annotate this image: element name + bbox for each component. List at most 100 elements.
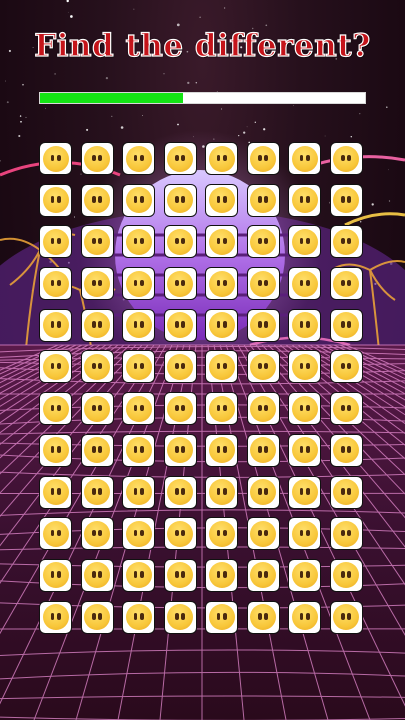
emoji-tile[interactable]	[163, 475, 197, 509]
emoji-tile[interactable]	[246, 475, 280, 509]
emoji-tile[interactable]	[163, 142, 197, 175]
emoji-tile[interactable]	[39, 267, 72, 301]
emoji-tile[interactable]	[205, 350, 238, 384]
emoji-tile[interactable]	[205, 142, 238, 175]
emoji-tile[interactable]	[80, 475, 114, 509]
emoji-tile[interactable]	[163, 392, 197, 426]
emoji-tile[interactable]	[329, 600, 363, 634]
emoji-tile[interactable]	[80, 308, 114, 342]
emoji-tile[interactable]	[205, 225, 238, 259]
emoji-tile[interactable]	[288, 308, 321, 342]
emoji-tile[interactable]	[329, 183, 363, 217]
emoji-tile[interactable]	[246, 392, 280, 426]
emoji-tile[interactable]	[80, 350, 114, 384]
emoji-tile[interactable]	[39, 392, 72, 426]
emoji-face-without-mouth-icon	[208, 187, 235, 214]
emoji-tile[interactable]	[80, 517, 114, 551]
timer-progress-fill	[40, 93, 183, 103]
emoji-tile[interactable]	[80, 392, 114, 426]
emoji-tile[interactable]	[122, 558, 155, 592]
emoji-tile[interactable]	[246, 225, 280, 259]
emoji-tile[interactable]	[163, 433, 197, 467]
emoji-tile[interactable]	[329, 142, 363, 175]
emoji-tile[interactable]	[163, 225, 197, 259]
emoji-tile[interactable]	[205, 517, 238, 551]
emoji-tile[interactable]	[205, 600, 238, 634]
emoji-tile[interactable]	[80, 142, 114, 175]
emoji-tile[interactable]	[288, 433, 321, 467]
emoji-tile[interactable]	[288, 142, 321, 175]
emoji-tile[interactable]	[122, 600, 155, 634]
emoji-tile[interactable]	[246, 142, 280, 175]
emoji-tile[interactable]	[163, 267, 197, 301]
emoji-tile[interactable]	[39, 517, 72, 551]
emoji-tile[interactable]	[163, 350, 197, 384]
emoji-tile[interactable]	[205, 392, 238, 426]
emoji-tile[interactable]	[246, 350, 280, 384]
emoji-tile[interactable]	[122, 433, 155, 467]
emoji-tile[interactable]	[80, 225, 114, 259]
emoji-tile[interactable]	[205, 183, 238, 217]
emoji-tile[interactable]	[246, 433, 280, 467]
emoji-tile[interactable]	[39, 142, 72, 175]
emoji-tile[interactable]	[39, 433, 72, 467]
emoji-face-without-mouth-icon	[250, 562, 276, 589]
emoji-tile[interactable]	[246, 558, 280, 592]
emoji-tile[interactable]	[288, 267, 321, 301]
emoji-tile[interactable]	[122, 475, 155, 509]
emoji-tile[interactable]	[122, 183, 155, 217]
emoji-tile[interactable]	[205, 433, 238, 467]
emoji-tile[interactable]	[39, 350, 72, 384]
emoji-face-without-mouth-icon	[208, 604, 235, 631]
emoji-tile[interactable]	[163, 308, 197, 342]
emoji-tile[interactable]	[205, 475, 238, 509]
emoji-tile[interactable]	[39, 600, 72, 634]
emoji-tile[interactable]	[163, 517, 197, 551]
emoji-tile[interactable]	[122, 517, 155, 551]
emoji-tile[interactable]	[329, 517, 363, 551]
emoji-tile[interactable]	[329, 225, 363, 259]
emoji-tile[interactable]	[122, 142, 155, 175]
emoji-tile[interactable]	[288, 475, 321, 509]
emoji-tile[interactable]	[163, 558, 197, 592]
emoji-tile[interactable]	[80, 558, 114, 592]
emoji-tile[interactable]	[288, 183, 321, 217]
emoji-tile[interactable]	[122, 308, 155, 342]
emoji-tile[interactable]	[288, 558, 321, 592]
emoji-tile[interactable]	[329, 267, 363, 301]
emoji-tile[interactable]	[163, 183, 197, 217]
emoji-tile[interactable]	[122, 350, 155, 384]
emoji-tile[interactable]	[39, 225, 72, 259]
emoji-tile[interactable]	[80, 433, 114, 467]
emoji-tile[interactable]	[288, 600, 321, 634]
emoji-tile[interactable]	[246, 183, 280, 217]
emoji-tile[interactable]	[39, 558, 72, 592]
emoji-tile[interactable]	[246, 308, 280, 342]
emoji-tile[interactable]	[80, 267, 114, 301]
emoji-tile[interactable]	[205, 267, 238, 301]
emoji-tile[interactable]	[39, 183, 72, 217]
emoji-tile[interactable]	[205, 308, 238, 342]
emoji-tile[interactable]	[288, 225, 321, 259]
emoji-tile[interactable]	[122, 392, 155, 426]
emoji-tile[interactable]	[329, 475, 363, 509]
emoji-tile[interactable]	[80, 600, 114, 634]
emoji-tile[interactable]	[329, 392, 363, 426]
emoji-tile[interactable]	[39, 475, 72, 509]
emoji-tile[interactable]	[246, 600, 280, 634]
emoji-tile[interactable]	[288, 517, 321, 551]
emoji-tile[interactable]	[39, 308, 72, 342]
emoji-tile[interactable]	[122, 225, 155, 259]
emoji-tile[interactable]	[329, 433, 363, 467]
emoji-tile[interactable]	[122, 267, 155, 301]
emoji-tile[interactable]	[205, 558, 238, 592]
emoji-tile[interactable]	[246, 517, 280, 551]
emoji-tile[interactable]	[329, 308, 363, 342]
emoji-tile[interactable]	[163, 600, 197, 634]
emoji-tile[interactable]	[329, 350, 363, 384]
emoji-tile[interactable]	[288, 350, 321, 384]
emoji-tile[interactable]	[288, 392, 321, 426]
emoji-tile[interactable]	[80, 183, 114, 217]
emoji-tile[interactable]	[246, 267, 280, 301]
emoji-tile[interactable]	[329, 558, 363, 592]
